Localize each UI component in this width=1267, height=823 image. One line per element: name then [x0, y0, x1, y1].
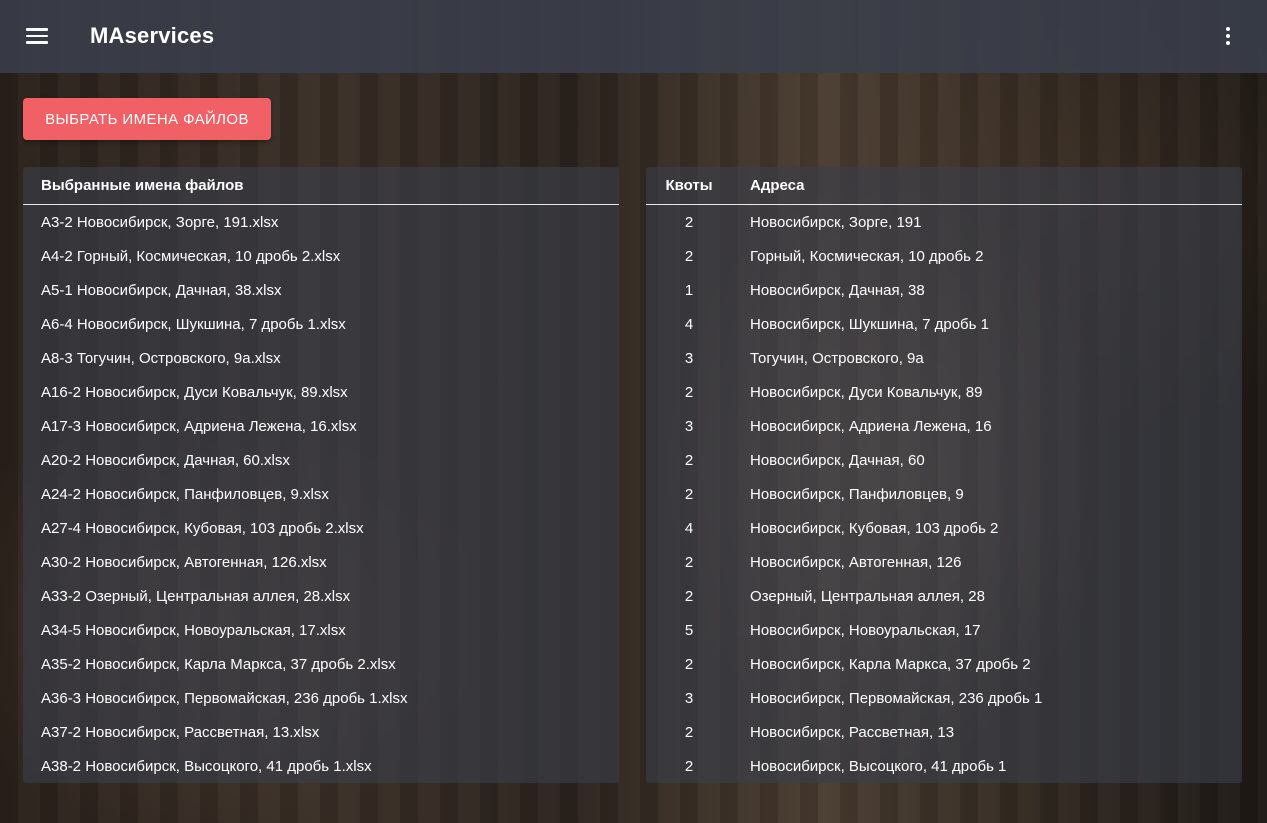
quota-row: 4 Новосибирск, Шукшина, 7 дробь 1 — [646, 307, 1242, 341]
selected-files-body: А3-2 Новосибирск, Зорге, 191.xlsx А4-2 Го… — [23, 205, 619, 783]
quota-row: 2 Новосибирск, Рассветная, 13 — [646, 715, 1242, 749]
file-name-cell: А34-5 Новосибирск, Новоуральская, 17.xls… — [41, 621, 346, 639]
file-name-cell: А38-2 Новосибирск, Высоцкого, 41 дробь 1… — [41, 757, 372, 775]
file-row: А3-2 Новосибирск, Зорге, 191.xlsx — [23, 205, 619, 239]
file-name-cell: А20-2 Новосибирск, Дачная, 60.xlsx — [41, 451, 290, 469]
quota-cell: 2 — [684, 383, 694, 401]
file-name-cell: А16-2 Новосибирск, Дуси Ковальчук, 89.xl… — [41, 383, 348, 401]
address-cell: Горный, Космическая, 10 дробь 2 — [750, 247, 984, 265]
quota-cell: 1 — [684, 281, 694, 299]
address-column-header: Адреса — [750, 177, 805, 194]
address-cell: Новосибирск, Шукшина, 7 дробь 1 — [750, 315, 989, 333]
quota-cell: 3 — [684, 349, 694, 367]
menu-icon[interactable] — [26, 28, 48, 44]
address-cell: Новосибирск, Новоуральская, 17 — [750, 621, 981, 639]
file-row: А8-3 Тогучин, Островского, 9а.xlsx — [23, 341, 619, 375]
quota-row: 1 Новосибирск, Дачная, 38 — [646, 273, 1242, 307]
quota-cell: 2 — [684, 247, 694, 265]
select-file-names-button[interactable]: ВЫБРАТЬ ИМЕНА ФАЙЛОВ — [23, 98, 271, 140]
quota-row: 2 Новосибирск, Автогенная, 126 — [646, 545, 1242, 579]
file-row: А35-2 Новосибирск, Карла Маркса, 37 дроб… — [23, 647, 619, 681]
selected-files-header: Выбранные имена файлов — [23, 167, 619, 205]
quota-row: 2 Новосибирск, Зорге, 191 — [646, 205, 1242, 239]
file-name-cell: А3-2 Новосибирск, Зорге, 191.xlsx — [41, 213, 279, 231]
address-cell: Новосибирск, Дачная, 38 — [750, 281, 925, 299]
quota-cell: 2 — [684, 553, 694, 571]
more-vert-icon[interactable] — [1222, 27, 1234, 47]
quota-cell: 5 — [684, 621, 694, 639]
quota-table-body: 2 Новосибирск, Зорге, 191 2 Горный, Космиче… — [646, 205, 1242, 783]
quota-cell: 2 — [684, 723, 694, 741]
file-row: А4-2 Горный, Космическая, 10 дробь 2.xls… — [23, 239, 619, 273]
quota-row: 2 Новосибирск, Карла Маркса, 37 дробь 2 — [646, 647, 1242, 681]
quota-column-header: Квоты — [665, 177, 713, 194]
quota-row: 2 Новосибирск, Дуси Ковальчук, 89 — [646, 375, 1242, 409]
address-cell: Озерный, Центральная аллея, 28 — [750, 587, 985, 605]
address-cell: Новосибирск, Дуси Ковальчук, 89 — [750, 383, 983, 401]
file-name-cell: А35-2 Новосибирск, Карла Маркса, 37 дроб… — [41, 655, 396, 673]
quota-row: 5 Новосибирск, Новоуральская, 17 — [646, 613, 1242, 647]
selected-files-table: Выбранные имена файлов А3-2 Новосибирск,… — [23, 167, 619, 783]
quota-cell: 2 — [684, 655, 694, 673]
file-row: А20-2 Новосибирск, Дачная, 60.xlsx — [23, 443, 619, 477]
address-cell: Новосибирск, Автогенная, 126 — [750, 553, 962, 571]
file-row: А24-2 Новосибирск, Панфиловцев, 9.xlsx — [23, 477, 619, 511]
address-cell: Тогучин, Островского, 9а — [750, 349, 924, 367]
file-row: А27-4 Новосибирск, Кубовая, 103 дробь 2.… — [23, 511, 619, 545]
file-name-cell: А5-1 Новосибирск, Дачная, 38.xlsx — [41, 281, 282, 299]
file-row: А34-5 Новосибирск, Новоуральская, 17.xls… — [23, 613, 619, 647]
file-name-cell: А17-3 Новосибирск, Адриена Лежена, 16.xl… — [41, 417, 357, 435]
file-name-cell: А33-2 Озерный, Центральная аллея, 28.xls… — [41, 587, 351, 605]
quota-row: 2 Озерный, Центральная аллея, 28 — [646, 579, 1242, 613]
file-name-cell: А37-2 Новосибирск, Рассветная, 13.xlsx — [41, 723, 320, 741]
quota-row: 3 Новосибирск, Адриена Лежена, 16 — [646, 409, 1242, 443]
file-row: А17-3 Новосибирск, Адриена Лежена, 16.xl… — [23, 409, 619, 443]
address-cell: Новосибирск, Карла Маркса, 37 дробь 2 — [750, 655, 1031, 673]
quota-cell: 3 — [684, 417, 694, 435]
quota-cell: 2 — [684, 485, 694, 503]
quota-address-table: Квоты Адреса 2 Новосибирск, Зорге, 191 2 Го… — [646, 167, 1242, 783]
quota-cell: 2 — [684, 587, 694, 605]
address-cell: Новосибирск, Панфиловцев, 9 — [750, 485, 964, 503]
quota-cell: 2 — [684, 757, 694, 775]
quota-table-header: Квоты Адреса — [646, 167, 1242, 205]
file-row: А30-2 Новосибирск, Автогенная, 126.xlsx — [23, 545, 619, 579]
quota-row: 3 Тогучин, Островского, 9а — [646, 341, 1242, 375]
file-name-cell: А30-2 Новосибирск, Автогенная, 126.xlsx — [41, 553, 327, 571]
quota-cell: 2 — [684, 451, 694, 469]
quota-row: 2 Новосибирск, Панфиловцев, 9 — [646, 477, 1242, 511]
app-title: MAservices — [90, 23, 215, 48]
quota-cell: 2 — [684, 213, 694, 231]
quota-cell: 3 — [684, 689, 694, 707]
file-name-cell: А27-4 Новосибирск, Кубовая, 103 дробь 2.… — [41, 519, 364, 537]
file-name-cell: А6-4 Новосибирск, Шукшина, 7 дробь 1.xls… — [41, 315, 346, 333]
file-name-cell: А24-2 Новосибирск, Панфиловцев, 9.xlsx — [41, 485, 329, 503]
file-name-cell: А8-3 Тогучин, Островского, 9а.xlsx — [41, 349, 281, 367]
address-cell: Новосибирск, Зорге, 191 — [750, 213, 922, 231]
address-cell: Новосибирск, Первомайская, 236 дробь 1 — [750, 689, 1043, 707]
file-name-cell: А36-3 Новосибирск, Первомайская, 236 дро… — [41, 689, 408, 707]
address-cell: Новосибирск, Рассветная, 13 — [750, 723, 955, 741]
address-cell: Новосибирск, Высоцкого, 41 дробь 1 — [750, 757, 1007, 775]
file-row: А38-2 Новосибирск, Высоцкого, 41 дробь 1… — [23, 749, 619, 783]
file-row: А5-1 Новосибирск, Дачная, 38.xlsx — [23, 273, 619, 307]
address-cell: Новосибирск, Адриена Лежена, 16 — [750, 417, 992, 435]
app-bar: MAservices — [0, 0, 1267, 73]
quota-row: 4 Новосибирск, Кубовая, 103 дробь 2 — [646, 511, 1242, 545]
file-row: А36-3 Новосибирск, Первомайская, 236 дро… — [23, 681, 619, 715]
quota-cell: 4 — [684, 519, 694, 537]
file-row: А16-2 Новосибирск, Дуси Ковальчук, 89.xl… — [23, 375, 619, 409]
file-row: А37-2 Новосибирск, Рассветная, 13.xlsx — [23, 715, 619, 749]
quota-cell: 4 — [684, 315, 694, 333]
quota-row: 2 Новосибирск, Высоцкого, 41 дробь 1 — [646, 749, 1242, 783]
file-row: А33-2 Озерный, Центральная аллея, 28.xls… — [23, 579, 619, 613]
file-row: А6-4 Новосибирск, Шукшина, 7 дробь 1.xls… — [23, 307, 619, 341]
quota-row: 2 Горный, Космическая, 10 дробь 2 — [646, 239, 1242, 273]
quota-row: 2 Новосибирск, Дачная, 60 — [646, 443, 1242, 477]
address-cell: Новосибирск, Дачная, 60 — [750, 451, 925, 469]
address-cell: Новосибирск, Кубовая, 103 дробь 2 — [750, 519, 999, 537]
file-name-cell: А4-2 Горный, Космическая, 10 дробь 2.xls… — [41, 247, 341, 265]
quota-row: 3 Новосибирск, Первомайская, 236 дробь 1 — [646, 681, 1242, 715]
